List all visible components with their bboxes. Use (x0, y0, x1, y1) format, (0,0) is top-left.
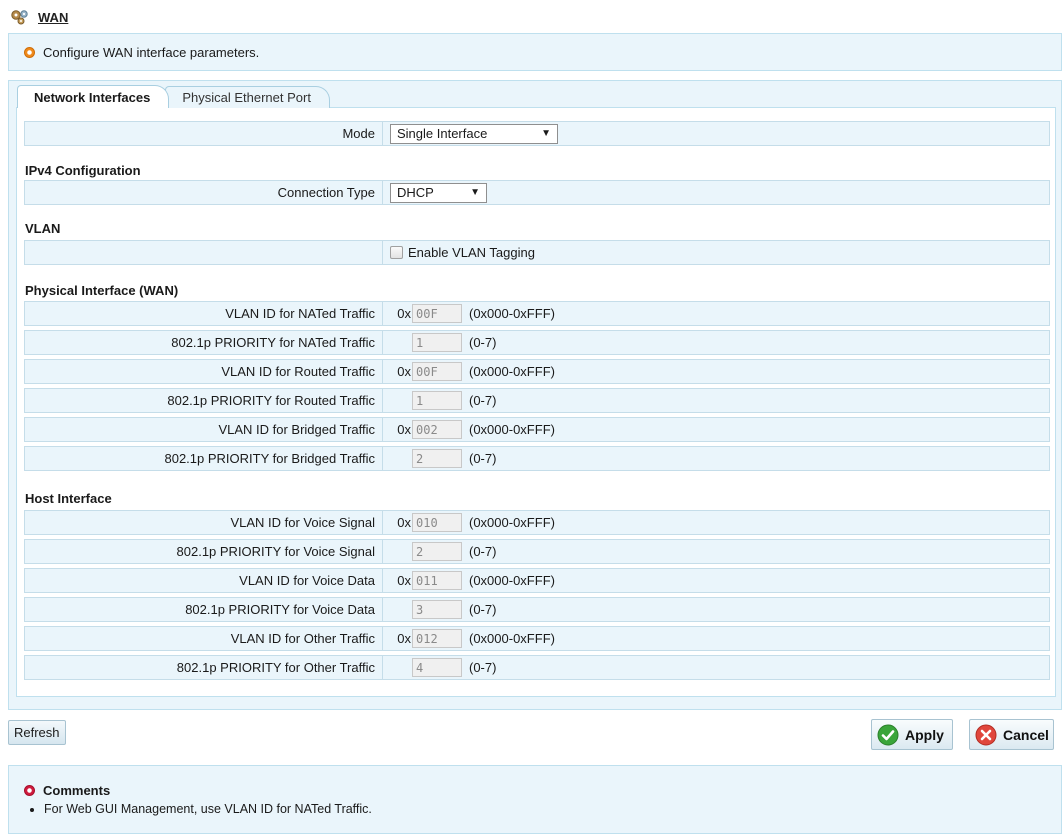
connection-type-value: DHCP (397, 185, 434, 200)
page-title[interactable]: WAN (38, 10, 68, 25)
field-label: VLAN ID for Voice Signal (25, 511, 383, 534)
apply-button-label: Apply (905, 726, 944, 743)
table-row: 802.1p PRIORITY for Voice Signal 2 (0-7) (24, 539, 1050, 564)
range-hint: (0-7) (469, 335, 497, 350)
range-hint: (0-7) (469, 544, 497, 559)
hex-prefix: 0x (397, 364, 411, 379)
refresh-button[interactable]: Refresh (8, 720, 66, 745)
table-row: 802.1p PRIORITY for NATed Traffic 1 (0-7) (24, 330, 1050, 355)
value-input[interactable]: 2 (412, 449, 462, 468)
tab-network-interfaces[interactable]: Network Interfaces (17, 85, 170, 108)
field-label: 802.1p PRIORITY for Routed Traffic (25, 389, 383, 412)
enable-vlan-tagging-label[interactable]: Enable VLAN Tagging (408, 245, 535, 260)
value-input[interactable]: 012 (412, 629, 462, 648)
range-hint: (0x000-0xFFF) (469, 422, 555, 437)
value-input[interactable]: 011 (412, 571, 462, 590)
field-label: VLAN ID for NATed Traffic (25, 302, 383, 325)
value-input[interactable]: 00F (412, 304, 462, 323)
hex-prefix: 0x (397, 573, 411, 588)
vlan-tagging-row: Enable VLAN Tagging (24, 240, 1050, 265)
value-input[interactable]: 1 (412, 333, 462, 352)
table-row: 802.1p PRIORITY for Routed Traffic 1 (0-7) (24, 388, 1050, 413)
enable-vlan-tagging-checkbox[interactable] (390, 246, 403, 259)
range-hint: (0x000-0xFFF) (469, 631, 555, 646)
mode-label: Mode (25, 122, 383, 145)
vlan-tagging-label-cell (25, 241, 383, 264)
comments-bullet-icon (24, 785, 35, 796)
value-input[interactable]: 00F (412, 362, 462, 381)
range-hint: (0-7) (469, 660, 497, 675)
value-input[interactable]: 3 (412, 600, 462, 619)
mode-select[interactable]: Single Interface ▼ (390, 123, 558, 144)
range-hint: (0-7) (469, 602, 497, 617)
value-input[interactable]: 4 (412, 658, 462, 677)
info-bullet-icon (24, 46, 35, 58)
table-row: VLAN ID for Voice Signal 0x 010 (0x000-0xFF… (24, 510, 1050, 535)
table-row: VLAN ID for Routed Traffic 0x 00F (0x000-0x… (24, 359, 1050, 384)
field-label: VLAN ID for Routed Traffic (25, 360, 383, 383)
field-label: VLAN ID for Bridged Traffic (25, 418, 383, 441)
connection-type-select[interactable]: DHCP ▼ (390, 182, 487, 203)
close-icon (975, 724, 997, 745)
gears-icon (11, 10, 28, 25)
comments-list: For Web GUI Management, use VLAN ID for … (24, 800, 372, 818)
tab-physical-ethernet-port[interactable]: Physical Ethernet Port (165, 86, 330, 108)
physical-section-title: Physical Interface (WAN) (25, 283, 179, 298)
info-box: Configure WAN interface parameters. (8, 33, 1062, 71)
field-label: VLAN ID for Voice Data (25, 569, 383, 592)
connection-type-label: Connection Type (25, 181, 383, 204)
range-hint: (0x000-0xFFF) (469, 573, 555, 588)
table-row: VLAN ID for Bridged Traffic 0x 002 (0x000-0… (24, 417, 1050, 442)
field-label: 802.1p PRIORITY for Voice Data (25, 598, 383, 621)
table-row: 802.1p PRIORITY for Other Traffic 4 (0-7) (24, 655, 1050, 680)
value-input[interactable]: 010 (412, 513, 462, 532)
hex-prefix: 0x (397, 631, 411, 646)
field-label: 802.1p PRIORITY for NATed Traffic (25, 331, 383, 354)
range-hint: (0x000-0xFFF) (469, 364, 555, 379)
apply-button[interactable]: Apply (871, 719, 953, 750)
cancel-button[interactable]: Cancel (969, 719, 1054, 750)
table-row: 802.1p PRIORITY for Bridged Traffic 2 (0-7… (24, 446, 1050, 471)
connection-type-row: Connection Type DHCP ▼ (24, 180, 1050, 205)
mode-row: Mode Single Interface ▼ (24, 121, 1050, 146)
tab-content: Mode Single Interface ▼ IPv4 Configurati… (16, 107, 1056, 697)
comment-item: For Web GUI Management, use VLAN ID for … (44, 800, 372, 818)
value-input[interactable]: 2 (412, 542, 462, 561)
comments-title: Comments (43, 783, 111, 798)
field-label: 802.1p PRIORITY for Bridged Traffic (25, 447, 383, 470)
hex-prefix: 0x (397, 422, 411, 437)
hex-prefix: 0x (397, 306, 411, 321)
value-input[interactable]: 002 (412, 420, 462, 439)
field-label: 802.1p PRIORITY for Other Traffic (25, 656, 383, 679)
tab-bar: Network Interfaces Physical Ethernet Por… (17, 85, 330, 108)
info-text: Configure WAN interface parameters. (43, 44, 260, 60)
table-row: VLAN ID for Other Traffic 0x 012 (0x000-0xF… (24, 626, 1050, 651)
page-header: WAN (10, 6, 68, 28)
range-hint: (0-7) (469, 393, 497, 408)
vlan-section-title: VLAN (25, 221, 61, 236)
ipv4-section-title: IPv4 Configuration (25, 163, 141, 178)
chevron-down-icon: ▼ (470, 187, 480, 198)
table-row: 802.1p PRIORITY for Voice Data 3 (0-7) (24, 597, 1050, 622)
range-hint: (0x000-0xFFF) (469, 515, 555, 530)
hex-prefix: 0x (397, 515, 411, 530)
cancel-button-label: Cancel (1003, 726, 1049, 743)
host-section-title: Host Interface (25, 491, 112, 506)
field-label: 802.1p PRIORITY for Voice Signal (25, 540, 383, 563)
mode-select-value: Single Interface (397, 126, 488, 141)
value-input[interactable]: 1 (412, 391, 462, 410)
range-hint: (0-7) (469, 451, 497, 466)
chevron-down-icon: ▼ (541, 128, 551, 139)
table-row: VLAN ID for NATed Traffic 0x 00F (0x000-0xF… (24, 301, 1050, 326)
field-label: VLAN ID for Other Traffic (25, 627, 383, 650)
check-icon (877, 724, 899, 745)
range-hint: (0x000-0xFFF) (469, 306, 555, 321)
comments-box: Comments For Web GUI Management, use VLA… (8, 765, 1062, 834)
main-panel: Network Interfaces Physical Ethernet Por… (8, 80, 1062, 710)
table-row: VLAN ID for Voice Data 0x 011 (0x000-0xFFF) (24, 568, 1050, 593)
